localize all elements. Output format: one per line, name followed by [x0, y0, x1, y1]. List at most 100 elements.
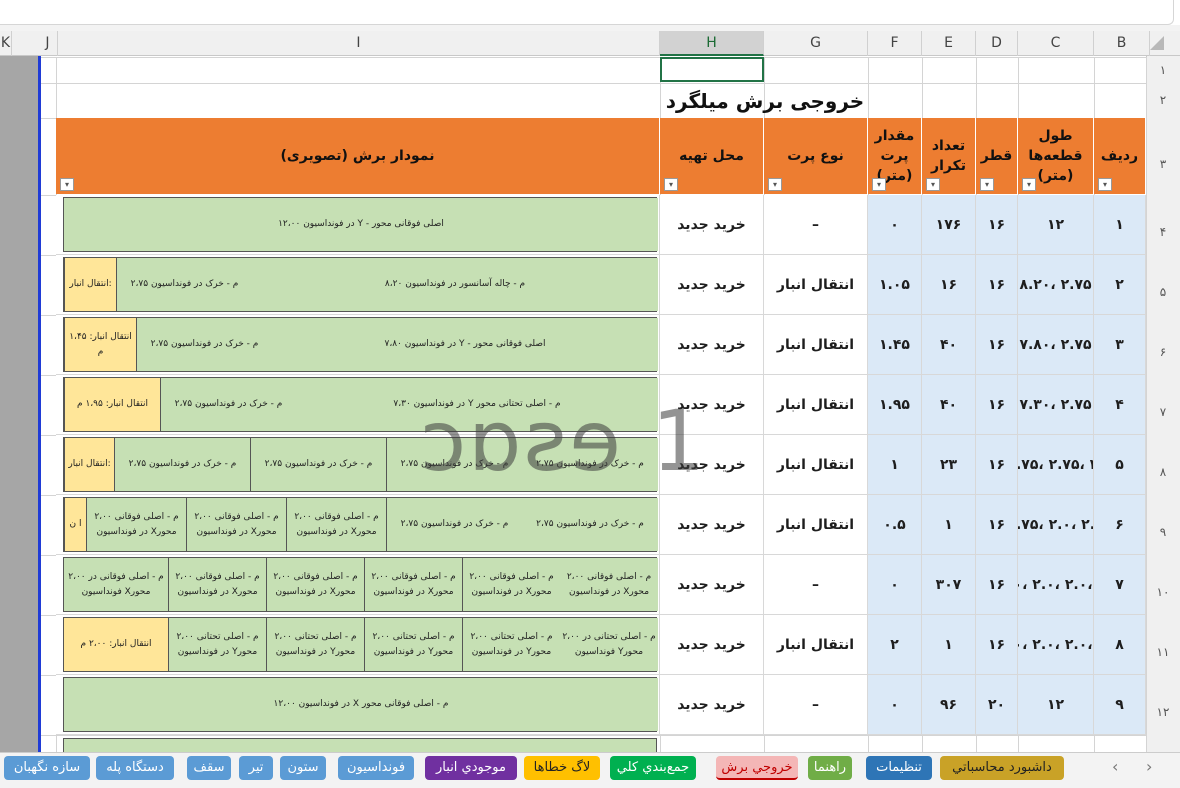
cell-waste[interactable]: ۱ — [868, 435, 922, 495]
column-header-c[interactable]: C — [1018, 31, 1094, 56]
cell-source[interactable]: خرید جدید — [660, 315, 764, 375]
cell-radif[interactable]: ۹ — [1094, 675, 1146, 735]
cell-radif[interactable]: ۵ — [1094, 435, 1146, 495]
cell-radif[interactable]: ۳ — [1094, 315, 1146, 375]
cell-repeat[interactable]: ۹۶ — [922, 675, 976, 735]
cell-length[interactable]: ۲.۰، ۲.۰، ۲.۰، ۲. — [1018, 615, 1094, 675]
tab-scroll-next-icon[interactable]: › — [1146, 757, 1152, 776]
cell-waste[interactable]: ۰.۵ — [868, 495, 922, 555]
cell-waste[interactable]: ۰ — [868, 555, 922, 615]
sheet-tab[interactable]: سازه نگهبان — [4, 756, 90, 780]
cell-waste_type[interactable]: انتقال انبار — [764, 435, 868, 495]
sheet-tab[interactable]: لاگ خطاها — [524, 756, 600, 780]
row-header[interactable]: ۹ — [1146, 495, 1180, 555]
cell-radif[interactable]: ۲ — [1094, 255, 1146, 315]
row-header[interactable]: ۸ — [1146, 435, 1180, 495]
cell-length[interactable]: ۲.۷۵، ۲.۰، ۲.۰ — [1018, 495, 1094, 555]
sheet-tab[interactable]: فونداسیون — [338, 756, 414, 780]
filter-dropdown-icon[interactable]: ▾ — [60, 178, 74, 191]
cell-diameter[interactable]: ۲۰ — [976, 675, 1018, 735]
cell-repeat[interactable]: ۱۶ — [922, 255, 976, 315]
filter-dropdown-icon[interactable]: ▾ — [926, 178, 940, 191]
cell-waste[interactable]: ۲ — [868, 615, 922, 675]
cell-source[interactable]: خرید جدید — [660, 555, 764, 615]
cell-length[interactable]: ۱۲ — [1018, 675, 1094, 735]
filter-dropdown-icon[interactable]: ▾ — [768, 178, 782, 191]
cell-diameter[interactable]: ۱۶ — [976, 315, 1018, 375]
cell-waste[interactable]: ۱.۰۵ — [868, 255, 922, 315]
cell-repeat[interactable]: ۴۰ — [922, 315, 976, 375]
cell-radif[interactable]: ۴ — [1094, 375, 1146, 435]
filter-dropdown-icon[interactable]: ▾ — [1098, 178, 1112, 191]
cell-diameter[interactable]: ۱۶ — [976, 375, 1018, 435]
sheet-tab[interactable]: تنظیمات — [866, 756, 932, 780]
cell-waste_type[interactable]: انتقال انبار — [764, 375, 868, 435]
row-header[interactable]: ۳ — [1146, 118, 1180, 195]
sheet-tab[interactable]: جمع‌بندي كلي — [610, 756, 696, 780]
cell-diameter[interactable]: ۱۶ — [976, 615, 1018, 675]
sheet-tab[interactable]: راهنما — [808, 756, 852, 780]
cell-repeat[interactable]: ۱۷۶ — [922, 195, 976, 255]
row-header[interactable]: ۱ — [1146, 57, 1180, 83]
row-header[interactable]: ۲ — [1146, 83, 1180, 118]
cell-length[interactable]: ۱۲ — [1018, 195, 1094, 255]
tab-scroll-prev-icon[interactable]: ‹ — [1112, 757, 1118, 776]
cell-repeat[interactable]: ۱ — [922, 495, 976, 555]
row-header[interactable]: ۱۱ — [1146, 615, 1180, 675]
cell-waste[interactable]: ۱.۹۵ — [868, 375, 922, 435]
cell-source[interactable]: خرید جدید — [660, 495, 764, 555]
cell-diameter[interactable]: ۱۶ — [976, 495, 1018, 555]
column-header-e[interactable]: E — [922, 31, 976, 56]
cell-waste_type[interactable]: انتقال انبار — [764, 255, 868, 315]
filter-dropdown-icon[interactable]: ▾ — [1022, 178, 1036, 191]
column-header-f[interactable]: F — [868, 31, 922, 56]
column-header-g[interactable]: G — [764, 31, 868, 56]
row-header[interactable]: ۴ — [1146, 195, 1180, 255]
cell-radif[interactable]: ۸ — [1094, 615, 1146, 675]
cell-length[interactable]: ۷.۳۰، ۲.۷۵ — [1018, 375, 1094, 435]
cell-waste[interactable]: ۰ — [868, 675, 922, 735]
cell-source[interactable]: خرید جدید — [660, 195, 764, 255]
row-header[interactable]: ۵ — [1146, 255, 1180, 315]
cell-source[interactable]: خرید جدید — [660, 375, 764, 435]
row-header[interactable]: ۱۲ — [1146, 675, 1180, 735]
filter-dropdown-icon[interactable]: ▾ — [872, 178, 886, 191]
column-header-d[interactable]: D — [976, 31, 1018, 56]
filter-dropdown-icon[interactable]: ▾ — [980, 178, 994, 191]
cell-waste_type[interactable]: انتقال انبار — [764, 315, 868, 375]
cell-diameter[interactable]: ۱۶ — [976, 195, 1018, 255]
column-header-b[interactable]: B — [1094, 31, 1150, 56]
row-header[interactable]: ۱۰ — [1146, 555, 1180, 615]
cell-length[interactable]: ۸.۲۰، ۲.۷۵ — [1018, 255, 1094, 315]
column-header-h[interactable]: H — [660, 31, 764, 56]
cell-radif[interactable]: ۱ — [1094, 195, 1146, 255]
cell-repeat[interactable]: ۴۰ — [922, 375, 976, 435]
column-header-k[interactable]: K — [0, 31, 12, 56]
cell-waste[interactable]: ۰ — [868, 195, 922, 255]
cell-diameter[interactable]: ۱۶ — [976, 435, 1018, 495]
row-header[interactable]: ۷ — [1146, 375, 1180, 435]
sheet-tab[interactable]: خروجي برش — [716, 756, 798, 780]
cell-source[interactable]: خرید جدید — [660, 675, 764, 735]
cell-waste_type[interactable]: – — [764, 675, 868, 735]
sheet-tab[interactable]: داشبورد محاسباتي — [940, 756, 1064, 780]
cell-waste_type[interactable]: – — [764, 555, 868, 615]
select-all-corner[interactable] — [1150, 36, 1164, 50]
cell-diameter[interactable]: ۱۶ — [976, 255, 1018, 315]
cell-waste_type[interactable]: – — [764, 195, 868, 255]
formula-bar[interactable] — [0, 0, 1174, 25]
cell-source[interactable]: خرید جدید — [660, 255, 764, 315]
cell-radif[interactable]: ۷ — [1094, 555, 1146, 615]
cell-source[interactable]: خرید جدید — [660, 615, 764, 675]
cell-diameter[interactable]: ۱۶ — [976, 555, 1018, 615]
sheet-tab[interactable]: ستون — [280, 756, 326, 780]
selected-cell[interactable] — [660, 57, 764, 82]
cell-radif[interactable]: ۶ — [1094, 495, 1146, 555]
cell-waste_type[interactable]: انتقال انبار — [764, 615, 868, 675]
filter-dropdown-icon[interactable]: ▾ — [664, 178, 678, 191]
cell-repeat[interactable]: ۲۳ — [922, 435, 976, 495]
cell-repeat[interactable]: ۳۰۷ — [922, 555, 976, 615]
cell-repeat[interactable]: ۱ — [922, 615, 976, 675]
sheet-tab[interactable]: دستگاه پله — [96, 756, 174, 780]
sheet-tab[interactable]: تیر — [239, 756, 273, 780]
